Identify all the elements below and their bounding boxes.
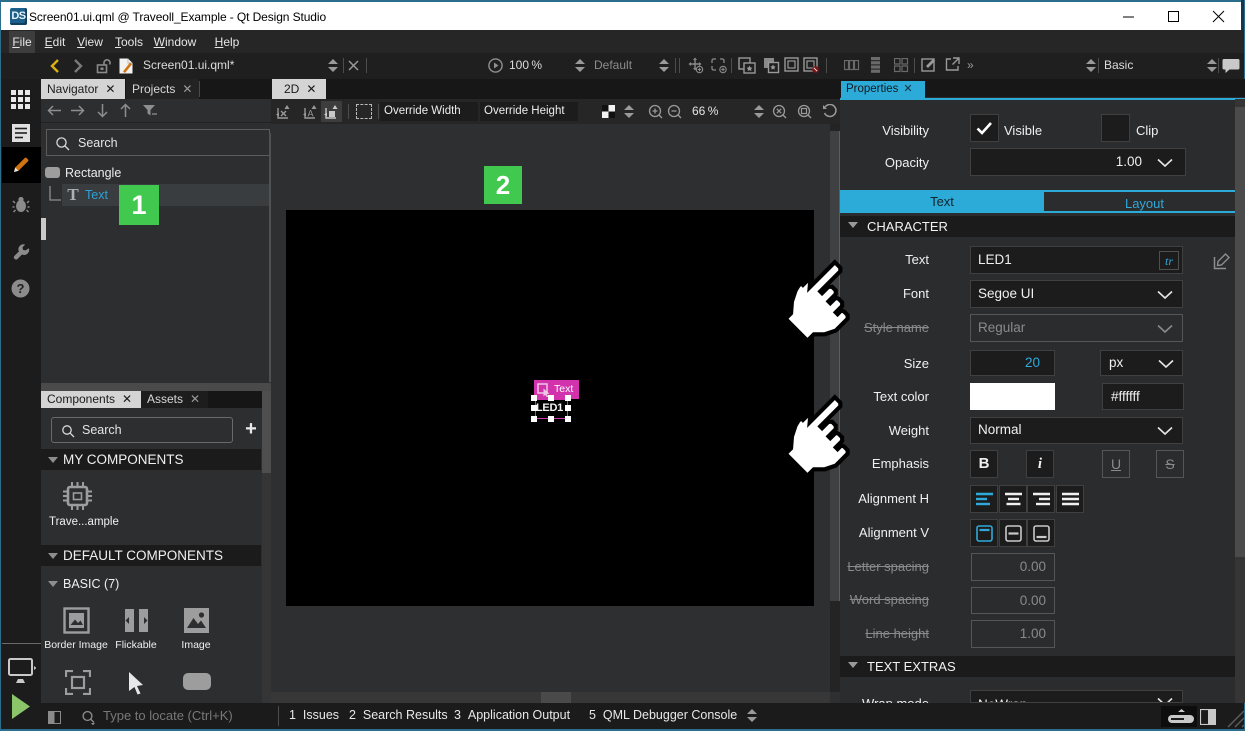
svg-text:A: A	[307, 109, 313, 119]
svg-text:?: ?	[17, 281, 25, 296]
